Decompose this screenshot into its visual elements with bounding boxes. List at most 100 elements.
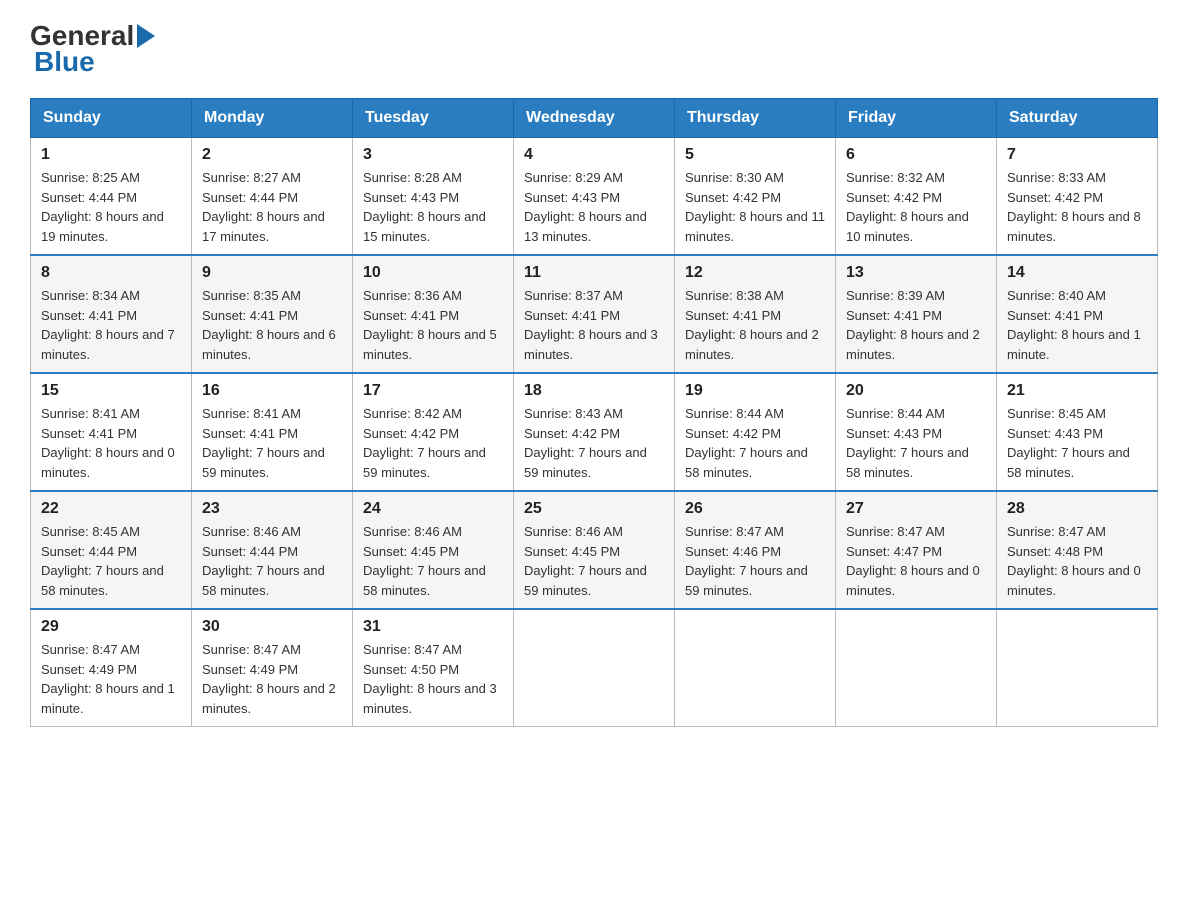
calendar-cell: 14 Sunrise: 8:40 AM Sunset: 4:41 PM Dayl… [997,255,1158,373]
day-info: Sunrise: 8:44 AM Sunset: 4:42 PM Dayligh… [685,404,825,482]
calendar-cell [836,609,997,727]
calendar-week-row: 1 Sunrise: 8:25 AM Sunset: 4:44 PM Dayli… [31,138,1158,256]
day-number: 24 [363,500,503,518]
day-number: 13 [846,264,986,282]
calendar-cell [514,609,675,727]
day-number: 22 [41,500,181,518]
calendar-cell: 4 Sunrise: 8:29 AM Sunset: 4:43 PM Dayli… [514,138,675,256]
weekday-header-row: SundayMondayTuesdayWednesdayThursdayFrid… [31,99,1158,138]
day-number: 19 [685,382,825,400]
calendar-cell: 28 Sunrise: 8:47 AM Sunset: 4:48 PM Dayl… [997,491,1158,609]
calendar-cell: 9 Sunrise: 8:35 AM Sunset: 4:41 PM Dayli… [192,255,353,373]
calendar-week-row: 29 Sunrise: 8:47 AM Sunset: 4:49 PM Dayl… [31,609,1158,727]
day-info: Sunrise: 8:47 AM Sunset: 4:47 PM Dayligh… [846,522,986,600]
day-info: Sunrise: 8:47 AM Sunset: 4:49 PM Dayligh… [202,640,342,718]
weekday-header-saturday: Saturday [997,99,1158,138]
calendar-cell: 23 Sunrise: 8:46 AM Sunset: 4:44 PM Dayl… [192,491,353,609]
calendar-cell: 18 Sunrise: 8:43 AM Sunset: 4:42 PM Dayl… [514,373,675,491]
day-number: 8 [41,264,181,282]
day-number: 4 [524,146,664,164]
calendar-cell: 16 Sunrise: 8:41 AM Sunset: 4:41 PM Dayl… [192,373,353,491]
day-info: Sunrise: 8:33 AM Sunset: 4:42 PM Dayligh… [1007,168,1147,246]
calendar-cell: 5 Sunrise: 8:30 AM Sunset: 4:42 PM Dayli… [675,138,836,256]
day-number: 3 [363,146,503,164]
day-info: Sunrise: 8:38 AM Sunset: 4:41 PM Dayligh… [685,286,825,364]
day-number: 2 [202,146,342,164]
calendar-cell: 19 Sunrise: 8:44 AM Sunset: 4:42 PM Dayl… [675,373,836,491]
day-info: Sunrise: 8:25 AM Sunset: 4:44 PM Dayligh… [41,168,181,246]
day-number: 11 [524,264,664,282]
calendar-cell: 22 Sunrise: 8:45 AM Sunset: 4:44 PM Dayl… [31,491,192,609]
day-number: 7 [1007,146,1147,164]
day-info: Sunrise: 8:28 AM Sunset: 4:43 PM Dayligh… [363,168,503,246]
calendar-cell: 31 Sunrise: 8:47 AM Sunset: 4:50 PM Dayl… [353,609,514,727]
day-info: Sunrise: 8:46 AM Sunset: 4:45 PM Dayligh… [363,522,503,600]
day-number: 30 [202,618,342,636]
calendar-cell: 1 Sunrise: 8:25 AM Sunset: 4:44 PM Dayli… [31,138,192,256]
day-info: Sunrise: 8:39 AM Sunset: 4:41 PM Dayligh… [846,286,986,364]
calendar-cell: 29 Sunrise: 8:47 AM Sunset: 4:49 PM Dayl… [31,609,192,727]
logo-arrow-icon [137,24,155,48]
day-info: Sunrise: 8:37 AM Sunset: 4:41 PM Dayligh… [524,286,664,364]
day-info: Sunrise: 8:40 AM Sunset: 4:41 PM Dayligh… [1007,286,1147,364]
calendar-cell: 20 Sunrise: 8:44 AM Sunset: 4:43 PM Dayl… [836,373,997,491]
day-number: 25 [524,500,664,518]
day-number: 23 [202,500,342,518]
calendar-table: SundayMondayTuesdayWednesdayThursdayFrid… [30,98,1158,727]
day-info: Sunrise: 8:30 AM Sunset: 4:42 PM Dayligh… [685,168,825,246]
weekday-header-monday: Monday [192,99,353,138]
day-number: 14 [1007,264,1147,282]
day-number: 29 [41,618,181,636]
calendar-cell: 8 Sunrise: 8:34 AM Sunset: 4:41 PM Dayli… [31,255,192,373]
day-info: Sunrise: 8:42 AM Sunset: 4:42 PM Dayligh… [363,404,503,482]
calendar-cell: 6 Sunrise: 8:32 AM Sunset: 4:42 PM Dayli… [836,138,997,256]
day-info: Sunrise: 8:41 AM Sunset: 4:41 PM Dayligh… [202,404,342,482]
day-info: Sunrise: 8:27 AM Sunset: 4:44 PM Dayligh… [202,168,342,246]
calendar-cell: 21 Sunrise: 8:45 AM Sunset: 4:43 PM Dayl… [997,373,1158,491]
day-info: Sunrise: 8:47 AM Sunset: 4:49 PM Dayligh… [41,640,181,718]
day-info: Sunrise: 8:45 AM Sunset: 4:44 PM Dayligh… [41,522,181,600]
day-number: 26 [685,500,825,518]
calendar-cell: 27 Sunrise: 8:47 AM Sunset: 4:47 PM Dayl… [836,491,997,609]
page-header: General Blue [30,20,1158,78]
day-number: 12 [685,264,825,282]
calendar-cell: 17 Sunrise: 8:42 AM Sunset: 4:42 PM Dayl… [353,373,514,491]
calendar-cell: 12 Sunrise: 8:38 AM Sunset: 4:41 PM Dayl… [675,255,836,373]
day-number: 18 [524,382,664,400]
day-info: Sunrise: 8:47 AM Sunset: 4:48 PM Dayligh… [1007,522,1147,600]
calendar-cell: 30 Sunrise: 8:47 AM Sunset: 4:49 PM Dayl… [192,609,353,727]
day-number: 31 [363,618,503,636]
calendar-cell: 13 Sunrise: 8:39 AM Sunset: 4:41 PM Dayl… [836,255,997,373]
day-number: 10 [363,264,503,282]
day-info: Sunrise: 8:46 AM Sunset: 4:44 PM Dayligh… [202,522,342,600]
day-number: 28 [1007,500,1147,518]
day-info: Sunrise: 8:32 AM Sunset: 4:42 PM Dayligh… [846,168,986,246]
day-number: 17 [363,382,503,400]
calendar-cell [675,609,836,727]
day-number: 20 [846,382,986,400]
day-number: 5 [685,146,825,164]
day-info: Sunrise: 8:29 AM Sunset: 4:43 PM Dayligh… [524,168,664,246]
logo-blue-text: Blue [34,46,95,78]
day-number: 15 [41,382,181,400]
day-number: 16 [202,382,342,400]
calendar-cell [997,609,1158,727]
day-info: Sunrise: 8:36 AM Sunset: 4:41 PM Dayligh… [363,286,503,364]
day-info: Sunrise: 8:41 AM Sunset: 4:41 PM Dayligh… [41,404,181,482]
calendar-cell: 11 Sunrise: 8:37 AM Sunset: 4:41 PM Dayl… [514,255,675,373]
calendar-week-row: 8 Sunrise: 8:34 AM Sunset: 4:41 PM Dayli… [31,255,1158,373]
day-info: Sunrise: 8:44 AM Sunset: 4:43 PM Dayligh… [846,404,986,482]
day-number: 21 [1007,382,1147,400]
day-info: Sunrise: 8:47 AM Sunset: 4:50 PM Dayligh… [363,640,503,718]
calendar-week-row: 15 Sunrise: 8:41 AM Sunset: 4:41 PM Dayl… [31,373,1158,491]
day-info: Sunrise: 8:43 AM Sunset: 4:42 PM Dayligh… [524,404,664,482]
calendar-cell: 10 Sunrise: 8:36 AM Sunset: 4:41 PM Dayl… [353,255,514,373]
calendar-cell: 3 Sunrise: 8:28 AM Sunset: 4:43 PM Dayli… [353,138,514,256]
day-number: 27 [846,500,986,518]
day-info: Sunrise: 8:45 AM Sunset: 4:43 PM Dayligh… [1007,404,1147,482]
weekday-header-wednesday: Wednesday [514,99,675,138]
day-info: Sunrise: 8:46 AM Sunset: 4:45 PM Dayligh… [524,522,664,600]
calendar-cell: 2 Sunrise: 8:27 AM Sunset: 4:44 PM Dayli… [192,138,353,256]
weekday-header-thursday: Thursday [675,99,836,138]
logo: General Blue [30,20,158,78]
